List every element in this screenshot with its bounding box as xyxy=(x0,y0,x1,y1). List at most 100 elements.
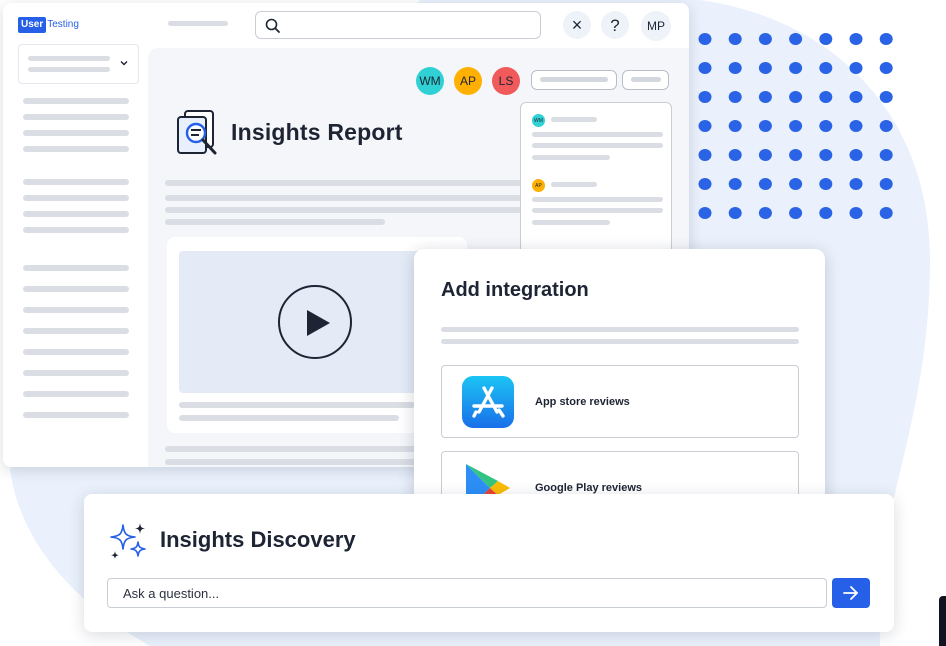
dialog-title: Add integration xyxy=(441,279,589,301)
ask-question-input[interactable] xyxy=(107,578,827,608)
sidebar-item[interactable] xyxy=(23,211,129,217)
integration-label: App store reviews xyxy=(535,396,630,408)
decorative-dot xyxy=(758,149,772,161)
decorative-dot xyxy=(819,149,833,161)
decorative-dot xyxy=(698,207,712,219)
comment-avatar: AP xyxy=(532,179,545,192)
sidebar-item[interactable] xyxy=(23,286,129,292)
decorative-dot xyxy=(849,33,863,45)
report-magnifier-icon xyxy=(177,110,217,155)
comment-author xyxy=(551,182,597,187)
decorative-dot xyxy=(728,149,742,161)
sidebar-item[interactable] xyxy=(23,146,129,152)
report-text-line xyxy=(165,446,425,452)
workspace-select[interactable] xyxy=(18,44,139,84)
integration-label: Google Play reviews xyxy=(535,482,642,494)
comment-line xyxy=(532,155,610,160)
discovery-title: Insights Discovery xyxy=(160,527,356,552)
decorative-dot xyxy=(849,178,863,190)
decorative-dot xyxy=(728,207,742,219)
app-store-icon xyxy=(462,376,514,428)
sidebar-item[interactable] xyxy=(23,328,129,334)
comment-line xyxy=(532,197,663,202)
decorative-dot xyxy=(879,149,893,161)
sidebar-item[interactable] xyxy=(23,114,129,120)
decorative-dot xyxy=(849,91,863,103)
integration-option-app-store[interactable]: App store reviews xyxy=(441,365,799,438)
report-title: Insights Report xyxy=(231,119,403,145)
dialog-text-line xyxy=(441,327,799,332)
comment-author xyxy=(551,117,597,122)
sidebar-item[interactable] xyxy=(23,391,129,397)
decorative-dot xyxy=(698,62,712,74)
play-button[interactable] xyxy=(278,285,352,359)
comment-line xyxy=(532,132,663,137)
decorative-dot xyxy=(728,91,742,103)
decorative-dot xyxy=(819,62,833,74)
decorative-dot xyxy=(728,62,742,74)
decorative-dot xyxy=(849,149,863,161)
decorative-dot-grid xyxy=(698,33,893,219)
decorative-dot xyxy=(879,33,893,45)
decorative-dot xyxy=(879,91,893,103)
decorative-dot xyxy=(819,91,833,103)
chevron-down-icon xyxy=(120,61,128,66)
comment-line xyxy=(532,208,663,213)
decorative-dot xyxy=(819,207,833,219)
search-input[interactable] xyxy=(255,11,541,39)
play-icon xyxy=(307,310,330,336)
sidebar-item[interactable] xyxy=(23,349,129,355)
send-button[interactable] xyxy=(832,578,870,608)
report-text-line xyxy=(165,459,425,465)
sidebar-item[interactable] xyxy=(23,179,129,185)
help-button[interactable]: ? xyxy=(601,11,629,39)
sidebar-item[interactable] xyxy=(23,412,129,418)
decorative-dot xyxy=(819,120,833,132)
decorative-dot xyxy=(758,91,772,103)
sidebar-item[interactable] xyxy=(23,98,129,104)
decorative-dot xyxy=(758,178,772,190)
sidebar-item[interactable] xyxy=(23,195,129,201)
user-avatar[interactable]: MP xyxy=(641,11,671,41)
edge-element xyxy=(939,596,946,646)
video-caption-line xyxy=(179,402,415,408)
decorative-dot xyxy=(728,178,742,190)
collaborator-avatar[interactable]: AP xyxy=(454,67,482,95)
decorative-dot xyxy=(758,120,772,132)
insights-discovery-panel: Insights Discovery xyxy=(84,494,894,632)
close-icon: × xyxy=(571,15,583,35)
decorative-dot xyxy=(789,120,803,132)
sidebar-item[interactable] xyxy=(23,265,129,271)
usertesting-logo: User Testing xyxy=(18,16,79,34)
decorative-dot xyxy=(879,178,893,190)
decorative-dot xyxy=(789,91,803,103)
decorative-dot xyxy=(879,207,893,219)
video-caption-line xyxy=(179,415,399,421)
search-icon xyxy=(265,18,280,33)
logo-user-mark: User xyxy=(18,17,47,33)
decorative-dot xyxy=(819,178,833,190)
sparkle-icon xyxy=(110,523,146,559)
decorative-dot xyxy=(819,33,833,45)
collaborator-avatar[interactable]: LS xyxy=(492,67,520,95)
decorative-dot xyxy=(698,91,712,103)
decorative-dot xyxy=(698,33,712,45)
decorative-dot xyxy=(758,33,772,45)
breadcrumb xyxy=(168,21,228,26)
options-button[interactable] xyxy=(622,70,669,90)
close-button[interactable]: × xyxy=(563,11,591,39)
report-text-line xyxy=(165,180,523,186)
sidebar-item[interactable] xyxy=(23,307,129,313)
report-text-line xyxy=(165,195,523,201)
decorative-dot xyxy=(698,178,712,190)
decorative-dot xyxy=(698,120,712,132)
decorative-dot xyxy=(789,33,803,45)
sidebar-item[interactable] xyxy=(23,130,129,136)
sidebar-item[interactable] xyxy=(23,370,129,376)
sidebar-item[interactable] xyxy=(23,227,129,233)
decorative-dot xyxy=(728,120,742,132)
collaborator-avatar[interactable]: WM xyxy=(416,67,444,95)
help-icon: ? xyxy=(610,15,620,35)
dialog-text-line xyxy=(441,339,799,344)
share-button[interactable] xyxy=(531,70,617,90)
